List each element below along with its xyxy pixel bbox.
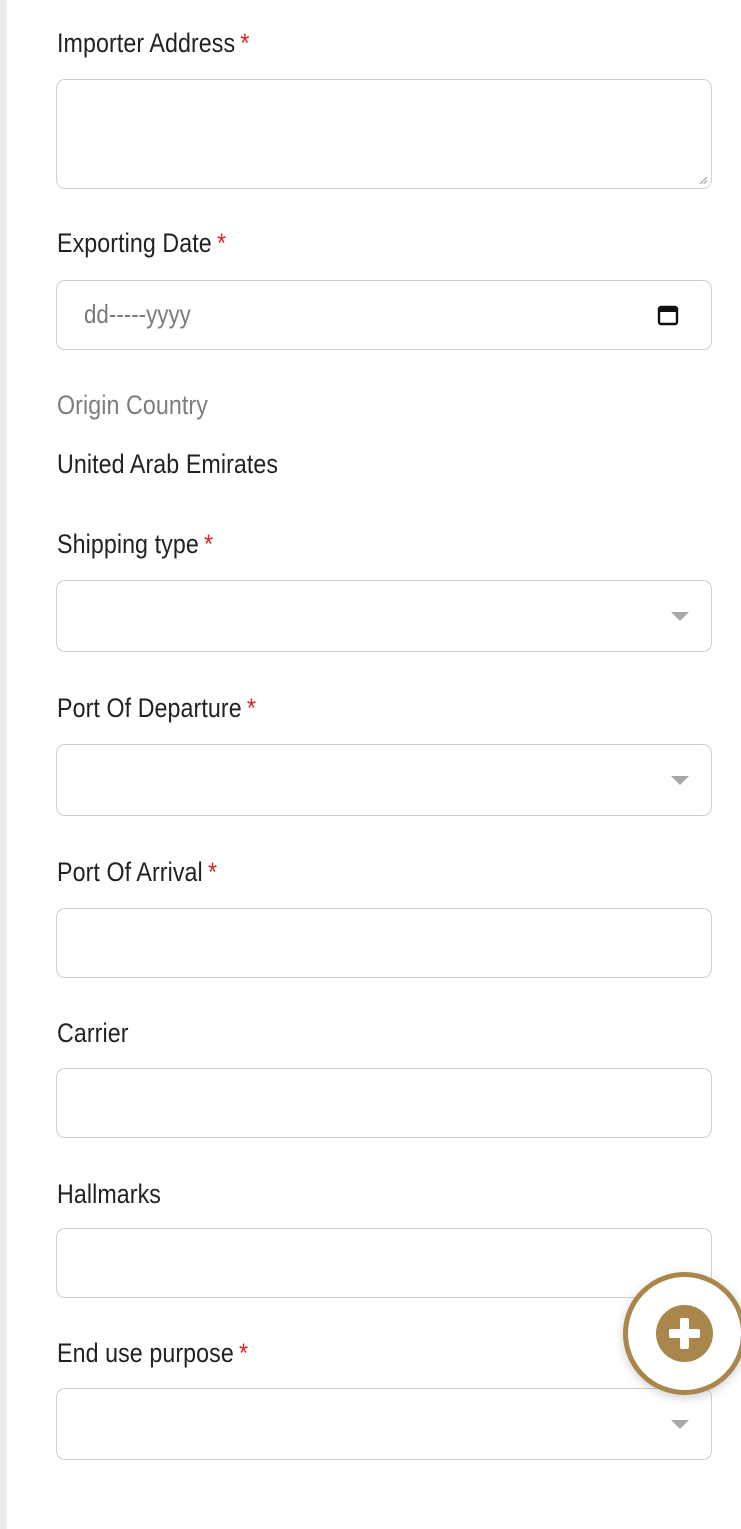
chevron-down-icon[interactable] (671, 612, 689, 621)
required-asterisk: * (239, 1338, 249, 1368)
resize-handle-icon[interactable] (700, 177, 707, 184)
plus-icon[interactable] (656, 1305, 713, 1362)
port-of-departure-label: Port Of Departure * (57, 693, 257, 723)
shipping-type-select[interactable] (56, 580, 712, 652)
chevron-down-icon[interactable] (671, 776, 689, 785)
required-asterisk: * (246, 693, 257, 723)
shipping-type-label: Shipping type * (57, 529, 214, 559)
port-of-arrival-label: Port Of Arrival * (57, 857, 218, 887)
end-use-purpose-select[interactable] (56, 1388, 712, 1460)
left-divider (0, 0, 7, 1529)
port-of-departure-select[interactable] (56, 744, 712, 816)
required-asterisk: * (207, 857, 218, 887)
end-use-purpose-label: End use purpose * (57, 1338, 249, 1368)
importer-address-textarea[interactable] (56, 79, 712, 189)
calendar-icon[interactable] (657, 304, 679, 326)
add-floating-button[interactable] (623, 1272, 741, 1395)
port-of-arrival-input[interactable] (56, 908, 712, 978)
form-page: Importer Address * Exporting Date * dd----… (0, 0, 741, 1529)
chevron-down-icon[interactable] (671, 1420, 689, 1429)
origin-country-label: Origin Country (57, 390, 208, 420)
required-asterisk: * (203, 529, 214, 559)
importer-address-label: Importer Address * (57, 28, 250, 58)
exporting-date-label: Exporting Date * (57, 228, 227, 258)
carrier-label: Carrier (57, 1018, 129, 1048)
required-asterisk: * (240, 28, 250, 58)
origin-country-value: United Arab Emirates (57, 449, 279, 479)
date-placeholder: dd-----yyyy (84, 299, 191, 329)
hallmarks-input[interactable] (56, 1228, 712, 1298)
required-asterisk: * (216, 228, 227, 258)
exporting-date-input[interactable]: dd-----yyyy (56, 280, 712, 350)
hallmarks-label: Hallmarks (57, 1179, 161, 1209)
carrier-input[interactable] (56, 1068, 712, 1138)
